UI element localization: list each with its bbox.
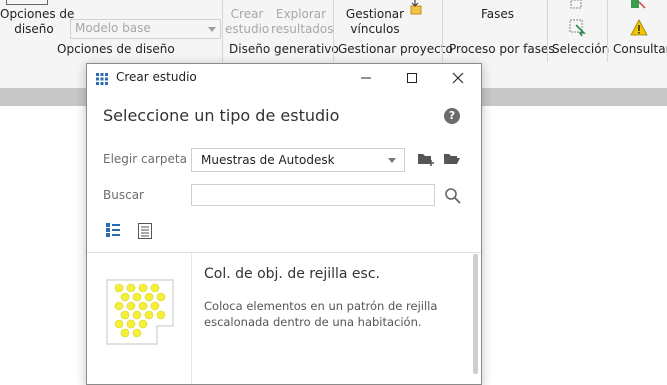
open-folder-icon[interactable]	[443, 151, 461, 167]
folder-select[interactable]: Muestras de Autodesk	[191, 148, 405, 172]
ribbon: Opciones de diseño Modelo base Opciones …	[0, 0, 667, 62]
panel-separator	[442, 0, 443, 62]
design-options-button[interactable]: Opciones de diseño	[0, 0, 75, 40]
list-view-icon[interactable]	[106, 223, 120, 237]
design-options-line2: diseño	[14, 22, 54, 36]
phases-button[interactable]: Fases	[481, 7, 514, 22]
create-study-dialog: Crear estudio Seleccione un tipo de estu…	[86, 63, 482, 385]
close-button[interactable]	[435, 64, 481, 92]
query-ids-icon[interactable]	[630, 0, 646, 12]
chevron-down-icon	[388, 158, 396, 163]
close-icon	[452, 72, 464, 84]
folder-label: Elegir carpeta	[103, 152, 187, 166]
design-options-icon	[6, 0, 48, 5]
study-title: Col. de obj. de rejilla esc.	[204, 266, 380, 282]
new-folder-icon[interactable]	[417, 151, 435, 167]
search-input[interactable]	[191, 184, 435, 206]
panel-label-phases[interactable]: Proceso por fases	[449, 42, 555, 57]
panel-separator	[222, 0, 223, 62]
study-list-item[interactable]: Col. de obj. de rejilla esc. Coloca elem…	[87, 253, 471, 384]
help-icon[interactable]: ?	[444, 108, 460, 124]
select-elements-icon[interactable]	[569, 19, 587, 37]
manage-links-small-icon[interactable]	[409, 0, 425, 16]
study-description: Coloca elementos en un patrón de rejilla…	[204, 299, 438, 329]
folder-select-value: Muestras de Autodesk	[201, 153, 335, 167]
dialog-title: Crear estudio	[116, 70, 197, 84]
manage-links-line2: vínculos	[350, 22, 400, 36]
search-label: Buscar	[103, 188, 144, 202]
model-dropdown[interactable]: Modelo base	[70, 19, 221, 39]
warning-icon[interactable]	[630, 19, 648, 37]
study-list-scrollbar[interactable]	[473, 254, 478, 374]
panel-label-manage-project[interactable]: Gestionar proyecto	[338, 42, 453, 57]
select-links-icon[interactable]	[569, 0, 585, 12]
model-dropdown-value: Modelo base	[75, 21, 151, 35]
manage-links-line1: Gestionar	[345, 7, 405, 21]
create-study-line2: estudio	[225, 22, 270, 36]
panel-separator	[607, 0, 608, 62]
panel-label-generative[interactable]: Diseño generativo	[229, 42, 339, 57]
panel-label-design-options[interactable]: Opciones de diseño	[57, 42, 175, 57]
staggered-grid-thumbnail-icon	[106, 279, 174, 345]
minimize-button[interactable]	[343, 64, 389, 92]
dialog-heading: Seleccione un tipo de estudio	[103, 106, 340, 125]
chevron-down-icon	[208, 27, 216, 32]
panel-separator	[547, 0, 548, 62]
design-options-line1: Opciones de	[0, 7, 75, 21]
minimize-icon	[361, 77, 371, 79]
create-study-button[interactable]: Crear estudio	[225, 0, 269, 40]
explore-results-line2: resultados	[271, 22, 334, 36]
panel-label-selection[interactable]: Selección	[552, 42, 609, 57]
detail-view-icon[interactable]	[138, 223, 152, 239]
manage-links-button[interactable]: Gestionar vínculos	[344, 0, 406, 40]
maximize-button[interactable]	[389, 64, 435, 92]
search-icon[interactable]	[444, 187, 462, 205]
grid-app-icon	[96, 73, 108, 85]
dialog-titlebar[interactable]: Crear estudio	[87, 64, 481, 92]
explore-results-button[interactable]: Explorar resultados	[271, 0, 334, 40]
panel-separator	[333, 0, 334, 62]
panel-label-query[interactable]: Consultar	[613, 42, 667, 57]
explore-results-line1: Explorar	[275, 7, 327, 21]
maximize-icon	[407, 73, 417, 83]
create-study-line1: Crear	[230, 7, 264, 21]
